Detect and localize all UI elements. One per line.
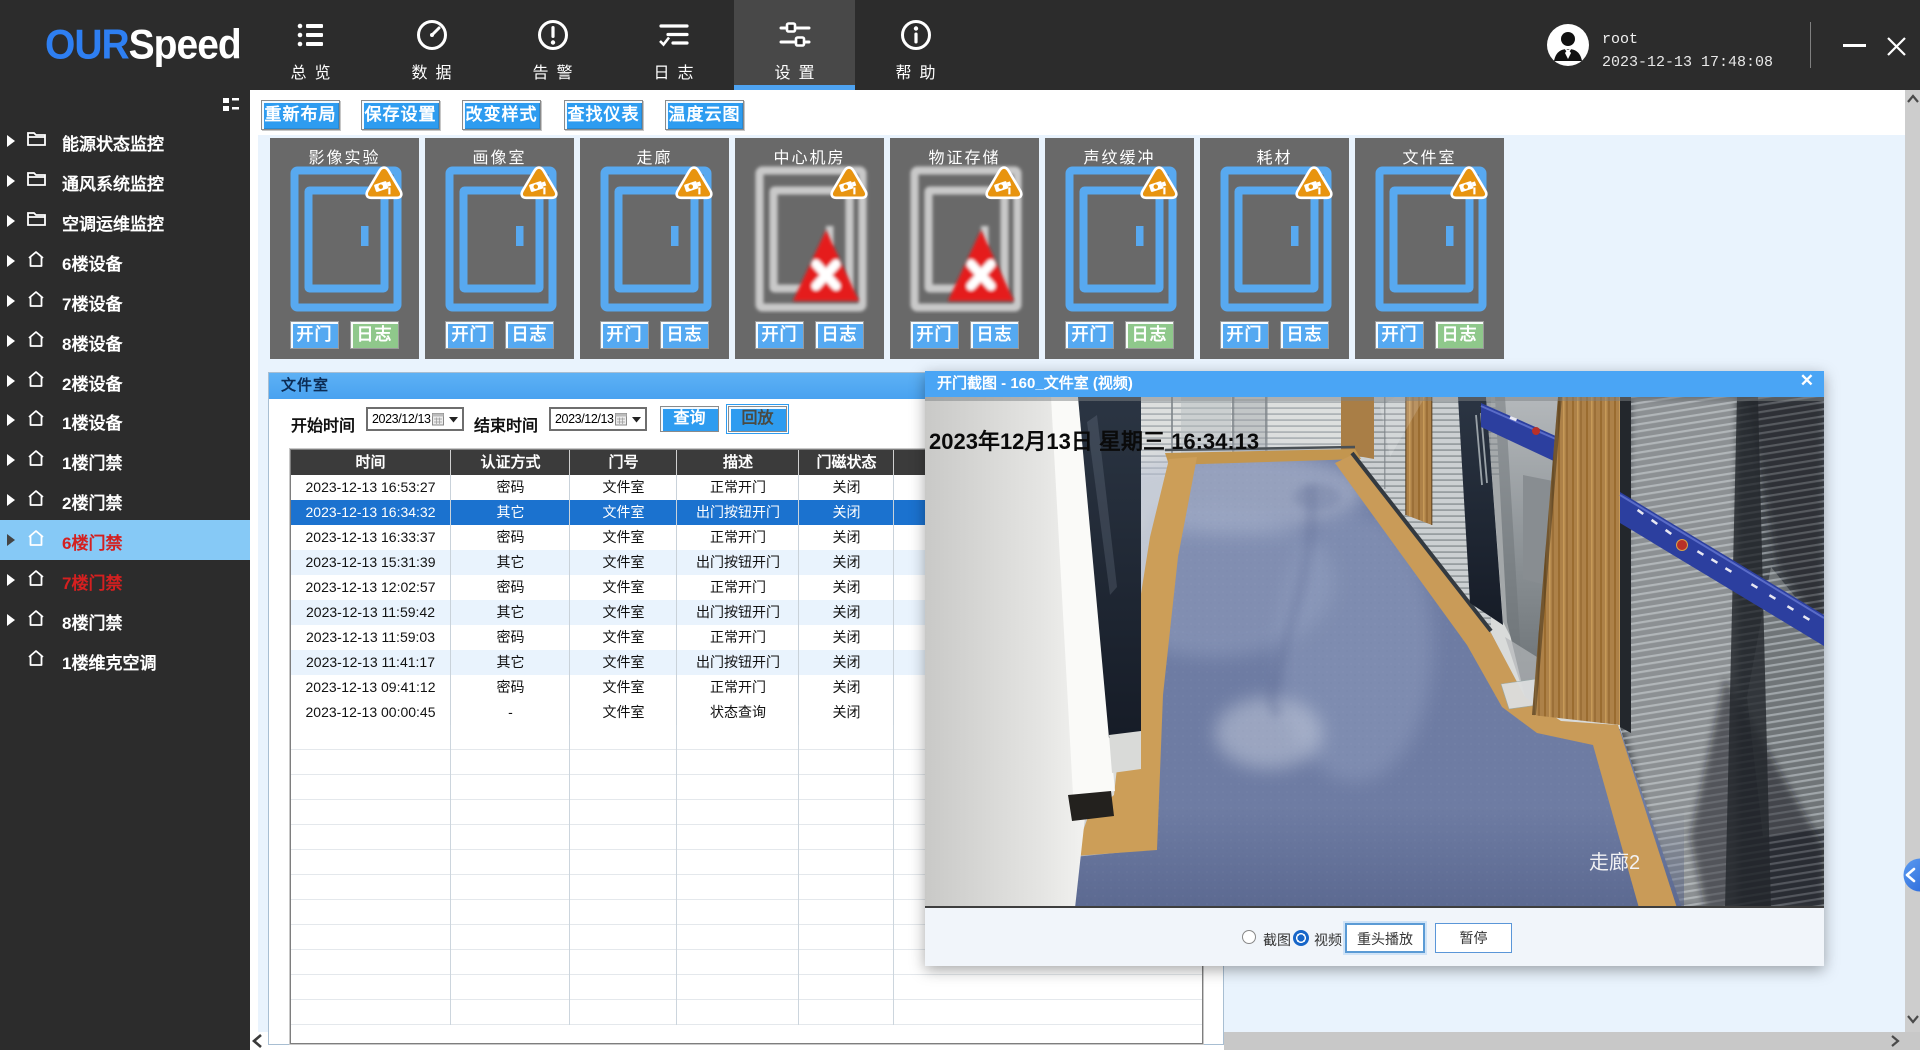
svg-text:2023年12月13日 星期三 16:34:13: 2023年12月13日 星期三 16:34:13 xyxy=(929,429,1259,454)
svg-text:走廊2: 走廊2 xyxy=(1589,851,1640,874)
